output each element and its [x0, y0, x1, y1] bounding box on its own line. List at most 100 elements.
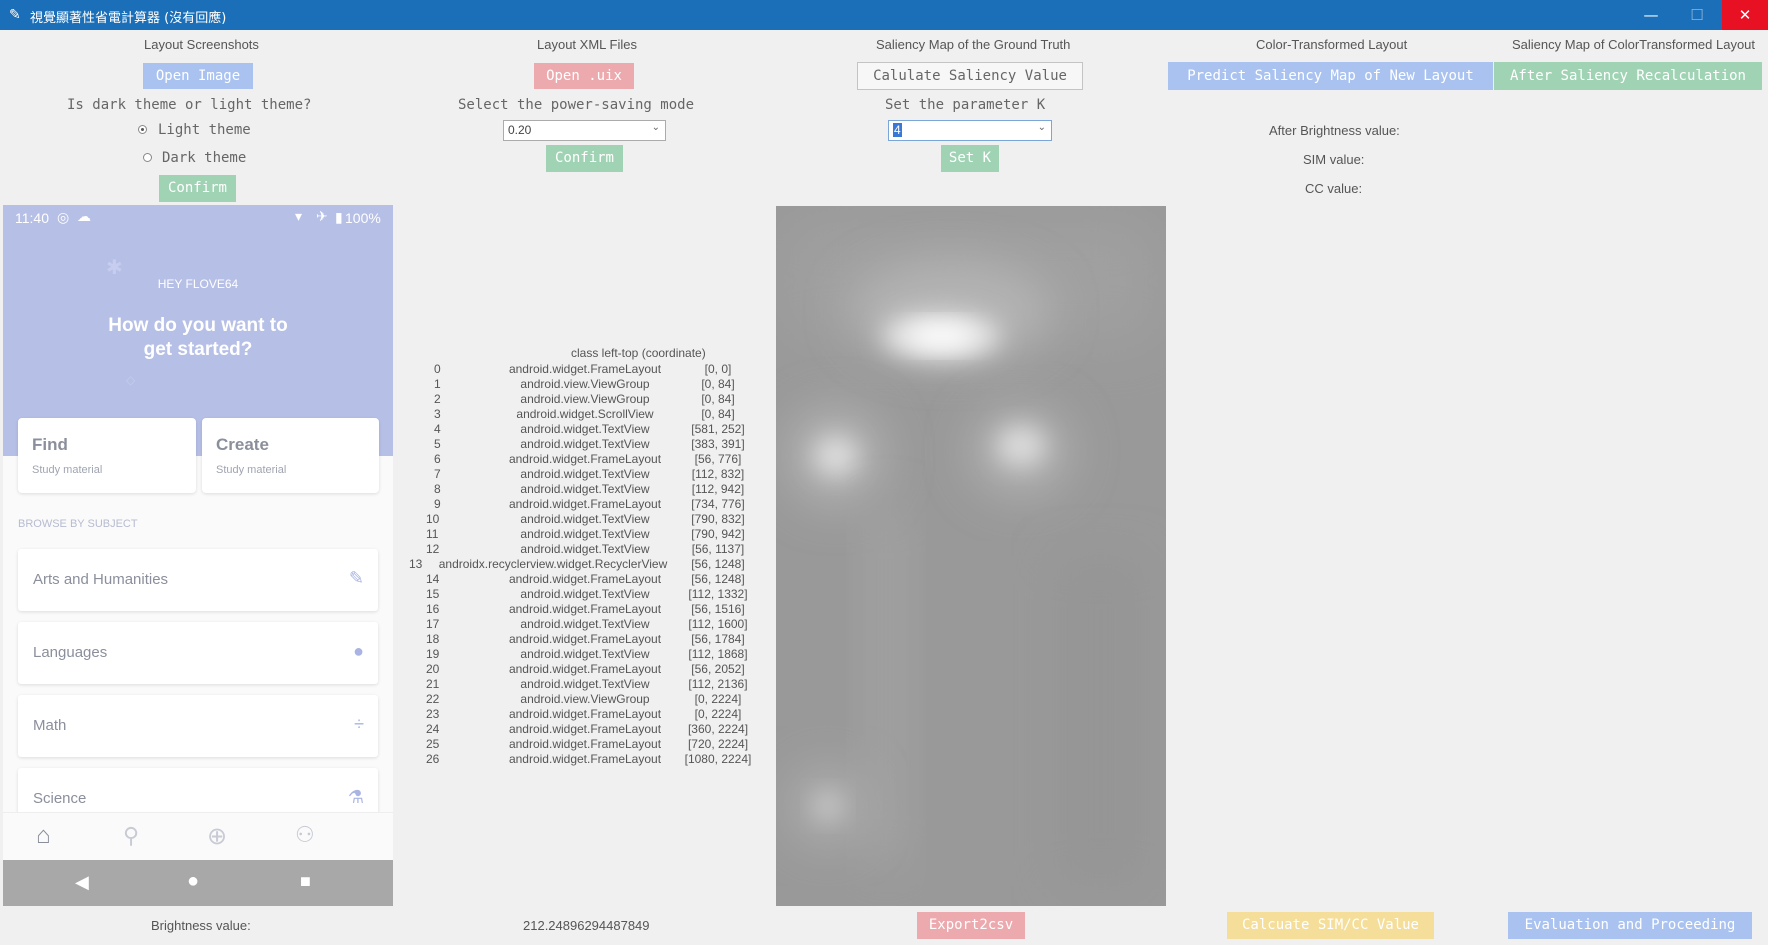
evaluation-proceeding-button[interactable]: Evaluation and Proceeding — [1508, 912, 1752, 939]
add-icon[interactable]: ⊕ — [207, 822, 227, 851]
after-brightness-label: After Brightness value: — [1269, 123, 1400, 138]
create-card[interactable]: Create Study material — [202, 418, 379, 493]
home-icon[interactable]: ⌂ — [36, 822, 51, 850]
sync-icon: ◎ — [57, 209, 70, 225]
tree-row-class: android.widget.TextView — [520, 527, 650, 541]
maximize-button[interactable]: ☐ — [1674, 0, 1720, 30]
tree-row-coordinate: [360, 2224] — [687, 722, 749, 736]
tree-row-class: android.view.ViewGroup — [520, 392, 650, 406]
tree-row-class: androidx.recyclerview.widget.RecyclerVie… — [438, 557, 668, 571]
tree-row-class: android.widget.FrameLayout — [508, 707, 662, 721]
subject-math[interactable]: Math ÷ — [18, 695, 378, 757]
tree-row-coordinate: [0, 2224] — [694, 707, 742, 721]
tree-row-class: android.widget.FrameLayout — [508, 497, 662, 511]
tree-row-coordinate: [0, 84] — [701, 377, 735, 391]
power-saving-select[interactable]: 0.20 ⌄ — [503, 120, 666, 141]
calculate-sim-cc-button[interactable]: Calcuate SIM/CC Value — [1227, 912, 1434, 939]
dark-theme-radio[interactable] — [143, 153, 152, 162]
subject-label: Arts and Humanities — [33, 571, 169, 588]
tree-row-class: android.widget.TextView — [520, 467, 650, 481]
predict-saliency-button[interactable]: Predict Saliency Map of New Layout — [1168, 62, 1493, 90]
tree-row-coordinate: [0, 84] — [701, 392, 735, 406]
subject-arts-and-humanities[interactable]: Arts and Humanities ✎ — [18, 549, 378, 611]
subject-label: Math — [33, 717, 67, 734]
header-layout-xml: Layout XML Files — [537, 37, 637, 52]
battery-icon: ▮ — [335, 209, 343, 225]
minimize-button[interactable]: — — [1628, 0, 1674, 30]
bottom-tab-bar: ⌂ ⚲ ⊕ ⚇ — [3, 812, 393, 861]
parameter-k-label: Set the parameter K — [885, 97, 1046, 113]
brightness-label: Brightness value: — [151, 918, 251, 933]
tree-row-coordinate: [790, 942] — [691, 527, 745, 541]
tree-row-class: android.widget.FrameLayout — [508, 362, 662, 376]
chevron-down-icon: ⌄ — [651, 122, 660, 133]
calculate-saliency-button[interactable]: Calulate Saliency Value — [857, 62, 1083, 90]
tree-row-index: 19 — [426, 647, 440, 661]
headline-line-2: get started? — [143, 339, 253, 360]
home-circle-icon[interactable]: ● — [187, 870, 199, 893]
close-button[interactable]: ✕ — [1722, 0, 1768, 30]
feather-icon: ✎ — [9, 6, 21, 22]
profile-icon[interactable]: ⚇ — [295, 822, 315, 848]
tree-row-index: 26 — [426, 752, 440, 766]
tree-row-coordinate: [1080, 2224] — [684, 752, 752, 766]
tree-row-class: android.widget.FrameLayout — [508, 602, 662, 616]
tree-row-class: android.widget.TextView — [520, 647, 650, 661]
status-time: 11:40 — [15, 210, 49, 226]
greeting: HEY FLOVE64 — [157, 277, 239, 291]
confirm-theme-button[interactable]: Confirm — [159, 175, 236, 202]
find-card[interactable]: Find Study material — [18, 418, 196, 493]
header-color-transformed: Color-Transformed Layout — [1256, 37, 1408, 52]
tree-row-class: android.widget.FrameLayout — [508, 662, 662, 676]
android-nav-bar: ◀ ● ■ — [3, 860, 393, 906]
recents-icon[interactable]: ■ — [300, 871, 311, 892]
back-icon[interactable]: ◀ — [75, 872, 89, 893]
find-card-title: Find — [32, 435, 68, 454]
tree-row-class: android.view.ViewGroup — [520, 692, 650, 706]
light-theme-radio[interactable] — [138, 125, 147, 134]
tree-row-index: 25 — [426, 737, 440, 751]
chevron-down-icon: ⌄ — [1037, 122, 1046, 133]
tree-row-coordinate: [56, 776] — [694, 452, 742, 466]
tree-row-class: android.widget.TextView — [520, 512, 650, 526]
tree-row-index: 3 — [434, 407, 441, 421]
power-saving-label: Select the power-saving mode — [458, 97, 695, 113]
subject-label: Languages — [33, 644, 108, 661]
light-theme-label: Light theme — [158, 122, 251, 138]
export-csv-button[interactable]: Export2csv — [917, 912, 1025, 939]
tree-row-index: 22 — [426, 692, 440, 706]
flask-icon: ⚗ — [347, 787, 364, 807]
tree-row-class: android.widget.FrameLayout — [508, 632, 662, 646]
header-saliency-ground-truth: Saliency Map of the Ground Truth — [876, 37, 1071, 52]
tree-row-index: 24 — [426, 722, 440, 736]
tree-header: class left-top (coordinate) — [571, 346, 706, 360]
tree-row-index: 23 — [426, 707, 440, 721]
tree-row-index: 21 — [426, 677, 440, 691]
theme-question: Is dark theme or light theme? — [67, 97, 312, 113]
tree-row-class: android.widget.FrameLayout — [508, 452, 662, 466]
parameter-k-value: 4 — [893, 123, 902, 137]
tree-row-index: 0 — [434, 362, 441, 376]
tree-row-coordinate: [790, 832] — [691, 512, 745, 526]
open-uix-button[interactable]: Open .uix — [534, 63, 634, 89]
set-k-button[interactable]: Set K — [941, 145, 999, 172]
tree-row-index: 12 — [426, 542, 440, 556]
after-saliency-recalculation-button[interactable]: After Saliency Recalculation — [1494, 62, 1762, 90]
tree-row-index: 5 — [434, 437, 441, 451]
tree-row-index: 18 — [426, 632, 440, 646]
tree-row-index: 2 — [434, 392, 441, 406]
diamond-icon: ◇ — [126, 373, 136, 387]
confirm-mode-button[interactable]: Confirm — [546, 145, 623, 172]
tree-row-coordinate: [112, 1332] — [688, 587, 748, 601]
chat-bubble-icon: ● — [353, 641, 364, 661]
tree-row-coordinate: [56, 2052] — [691, 662, 745, 676]
window-title-bar: ✎ 視覺顯著性省電計算器 (沒有回應) — ☐ ✕ — [0, 0, 1768, 30]
parameter-k-select[interactable]: 4 ⌄ — [888, 120, 1052, 141]
subject-languages[interactable]: Languages ● — [18, 622, 378, 684]
tree-row-coordinate: [112, 2136] — [688, 677, 748, 691]
tree-row-coordinate: [56, 1516] — [691, 602, 745, 616]
open-image-button[interactable]: Open Image — [143, 63, 253, 89]
brightness-value: 212.24896294487849 — [523, 918, 650, 933]
browse-by-subject-heading: BROWSE BY SUBJECT — [18, 518, 138, 530]
search-icon[interactable]: ⚲ — [123, 823, 139, 849]
